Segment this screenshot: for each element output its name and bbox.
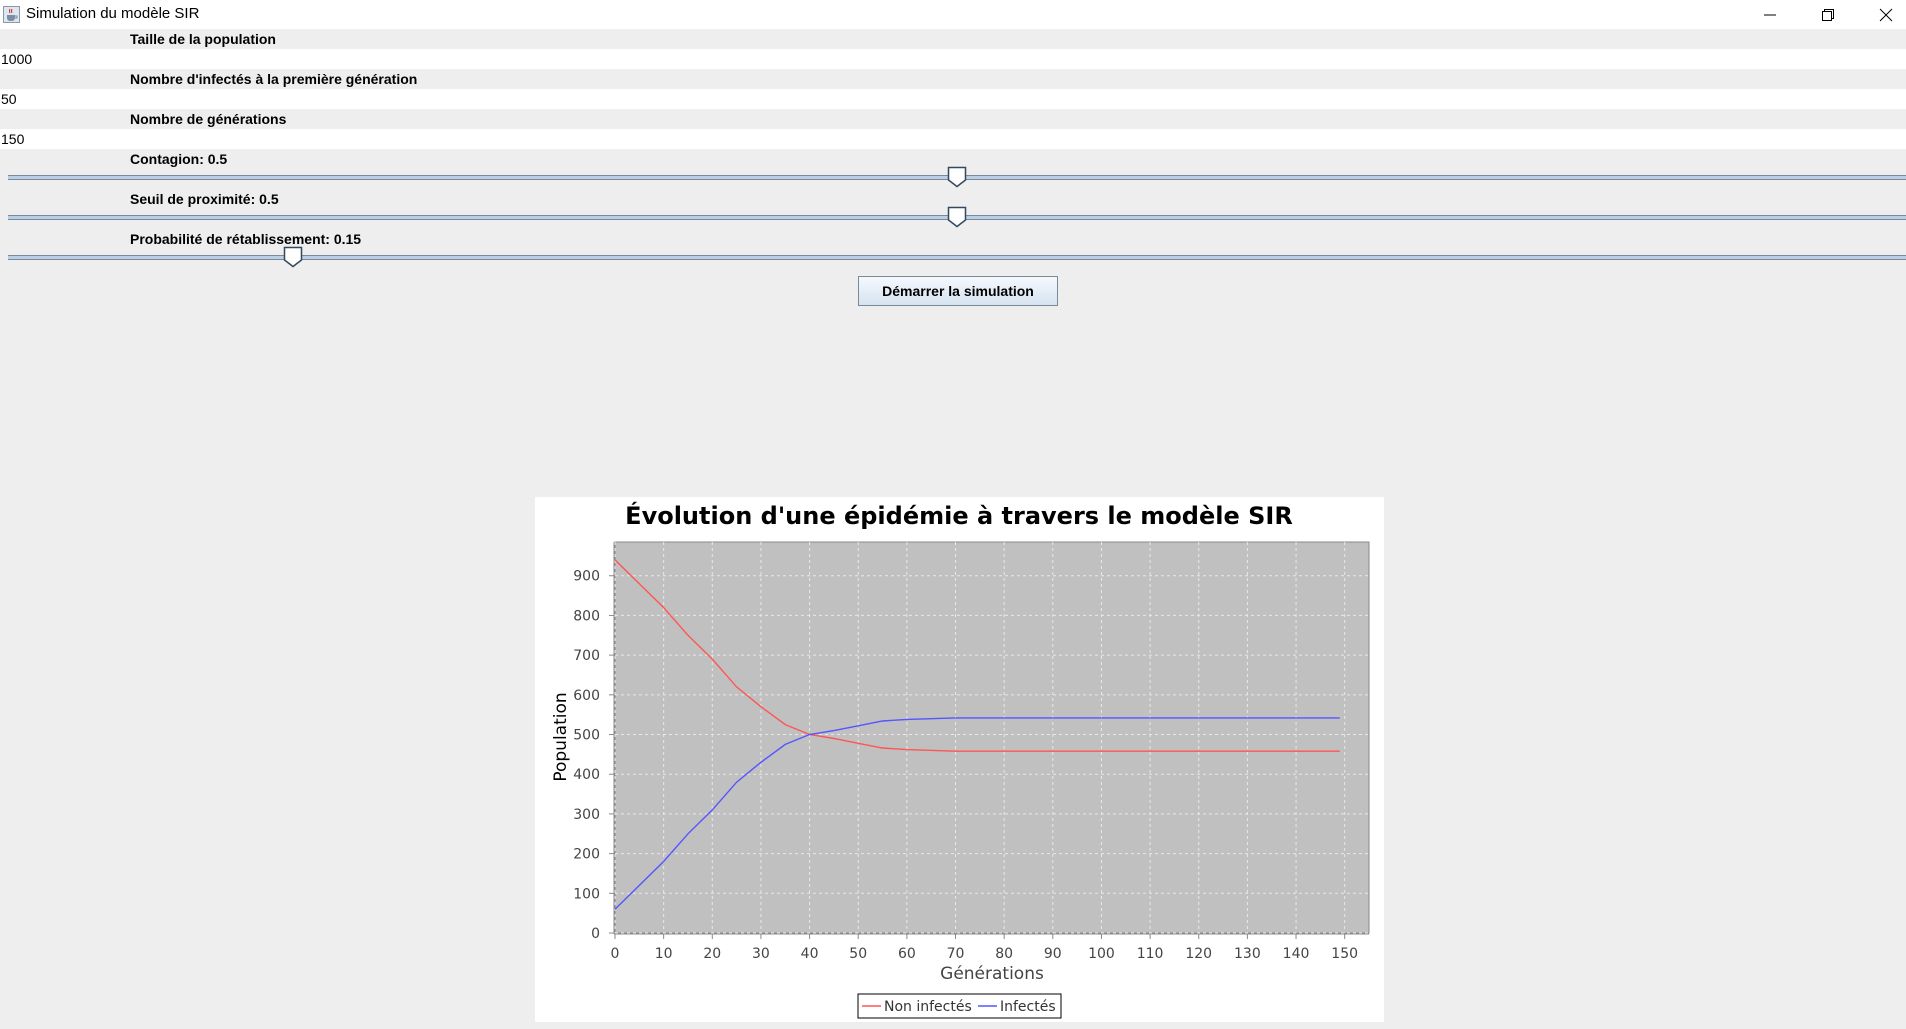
x-tick-label: 100 bbox=[1088, 946, 1115, 962]
x-axis-ticks: 0 10 20 30 40 50 60 70 80 90 100 110 120 130 140 150 bbox=[611, 934, 1358, 962]
proximity-slider[interactable] bbox=[8, 205, 1906, 229]
chart-title: Évolution d'une épidémie à travers le mo… bbox=[625, 501, 1293, 530]
plot-area bbox=[614, 541, 1370, 934]
contagion-slider[interactable] bbox=[8, 165, 1906, 189]
population-input[interactable] bbox=[0, 49, 1906, 69]
chart-legend: Non infectés Infectés bbox=[857, 993, 1062, 1019]
x-tick-label: 150 bbox=[1331, 946, 1358, 962]
y-tick-label: 800 bbox=[573, 608, 600, 624]
y-tick-label: 0 bbox=[591, 926, 600, 942]
x-tick-label: 130 bbox=[1234, 946, 1261, 962]
x-tick-label: 120 bbox=[1185, 946, 1212, 962]
close-icon bbox=[1879, 8, 1893, 22]
x-tick-label: 70 bbox=[947, 946, 965, 962]
x-tick-label: 90 bbox=[1044, 946, 1062, 962]
generations-label-row: Nombre de générations bbox=[0, 109, 1906, 129]
y-tick-label: 900 bbox=[573, 569, 600, 585]
x-tick-label: 20 bbox=[703, 946, 721, 962]
y-axis-ticks: 0 100 200 300 400 500 600 700 800 900 bbox=[573, 569, 614, 942]
x-tick-label: 30 bbox=[752, 946, 770, 962]
close-button[interactable] bbox=[1857, 0, 1906, 29]
x-tick-label: 110 bbox=[1137, 946, 1164, 962]
population-label-row: Taille de la population bbox=[0, 29, 1906, 49]
proximity-slider-thumb[interactable] bbox=[947, 206, 967, 228]
y-tick-label: 200 bbox=[573, 847, 600, 863]
contagion-slider-thumb[interactable] bbox=[947, 166, 967, 188]
y-tick-label: 700 bbox=[573, 648, 600, 664]
y-axis-label: Population bbox=[551, 692, 571, 781]
initial-infected-label: Nombre d'infectés à la première générati… bbox=[130, 71, 418, 87]
x-tick-label: 60 bbox=[898, 946, 916, 962]
y-tick-label: 600 bbox=[573, 688, 600, 704]
minimize-button[interactable] bbox=[1741, 0, 1799, 29]
restore-icon bbox=[1822, 9, 1834, 21]
y-tick-label: 500 bbox=[573, 728, 600, 744]
y-tick-label: 400 bbox=[573, 767, 600, 783]
recovery-slider[interactable] bbox=[8, 245, 1906, 269]
start-simulation-button[interactable]: Démarrer la simulation bbox=[858, 276, 1058, 306]
legend-label-infected: Infectés bbox=[1000, 999, 1056, 1015]
x-tick-label: 10 bbox=[655, 946, 673, 962]
x-tick-label: 140 bbox=[1283, 946, 1310, 962]
population-label: Taille de la population bbox=[130, 31, 276, 47]
sir-chart: Évolution d'une épidémie à travers le mo… bbox=[551, 501, 1370, 1019]
x-axis-label: Générations bbox=[940, 964, 1044, 984]
chart-panel: Évolution d'une épidémie à travers le mo… bbox=[535, 497, 1384, 1022]
legend-label-non-infected: Non infectés bbox=[884, 999, 972, 1015]
x-tick-label: 0 bbox=[611, 946, 620, 962]
x-tick-label: 50 bbox=[849, 946, 867, 962]
initial-infected-label-row: Nombre d'infectés à la première générati… bbox=[0, 69, 1906, 89]
y-tick-label: 100 bbox=[573, 886, 600, 902]
window-titlebar: Simulation du modèle SIR bbox=[0, 0, 1906, 29]
initial-infected-input[interactable] bbox=[0, 89, 1906, 109]
java-coffee-icon bbox=[3, 6, 20, 23]
x-tick-label: 40 bbox=[801, 946, 819, 962]
recovery-slider-thumb[interactable] bbox=[283, 246, 303, 268]
generations-label: Nombre de générations bbox=[130, 111, 287, 127]
y-tick-label: 300 bbox=[573, 807, 600, 823]
minimize-icon bbox=[1764, 14, 1776, 16]
window-title: Simulation du modèle SIR bbox=[26, 5, 200, 22]
restore-button[interactable] bbox=[1799, 0, 1857, 29]
x-tick-label: 80 bbox=[995, 946, 1013, 962]
generations-input[interactable] bbox=[0, 129, 1906, 149]
